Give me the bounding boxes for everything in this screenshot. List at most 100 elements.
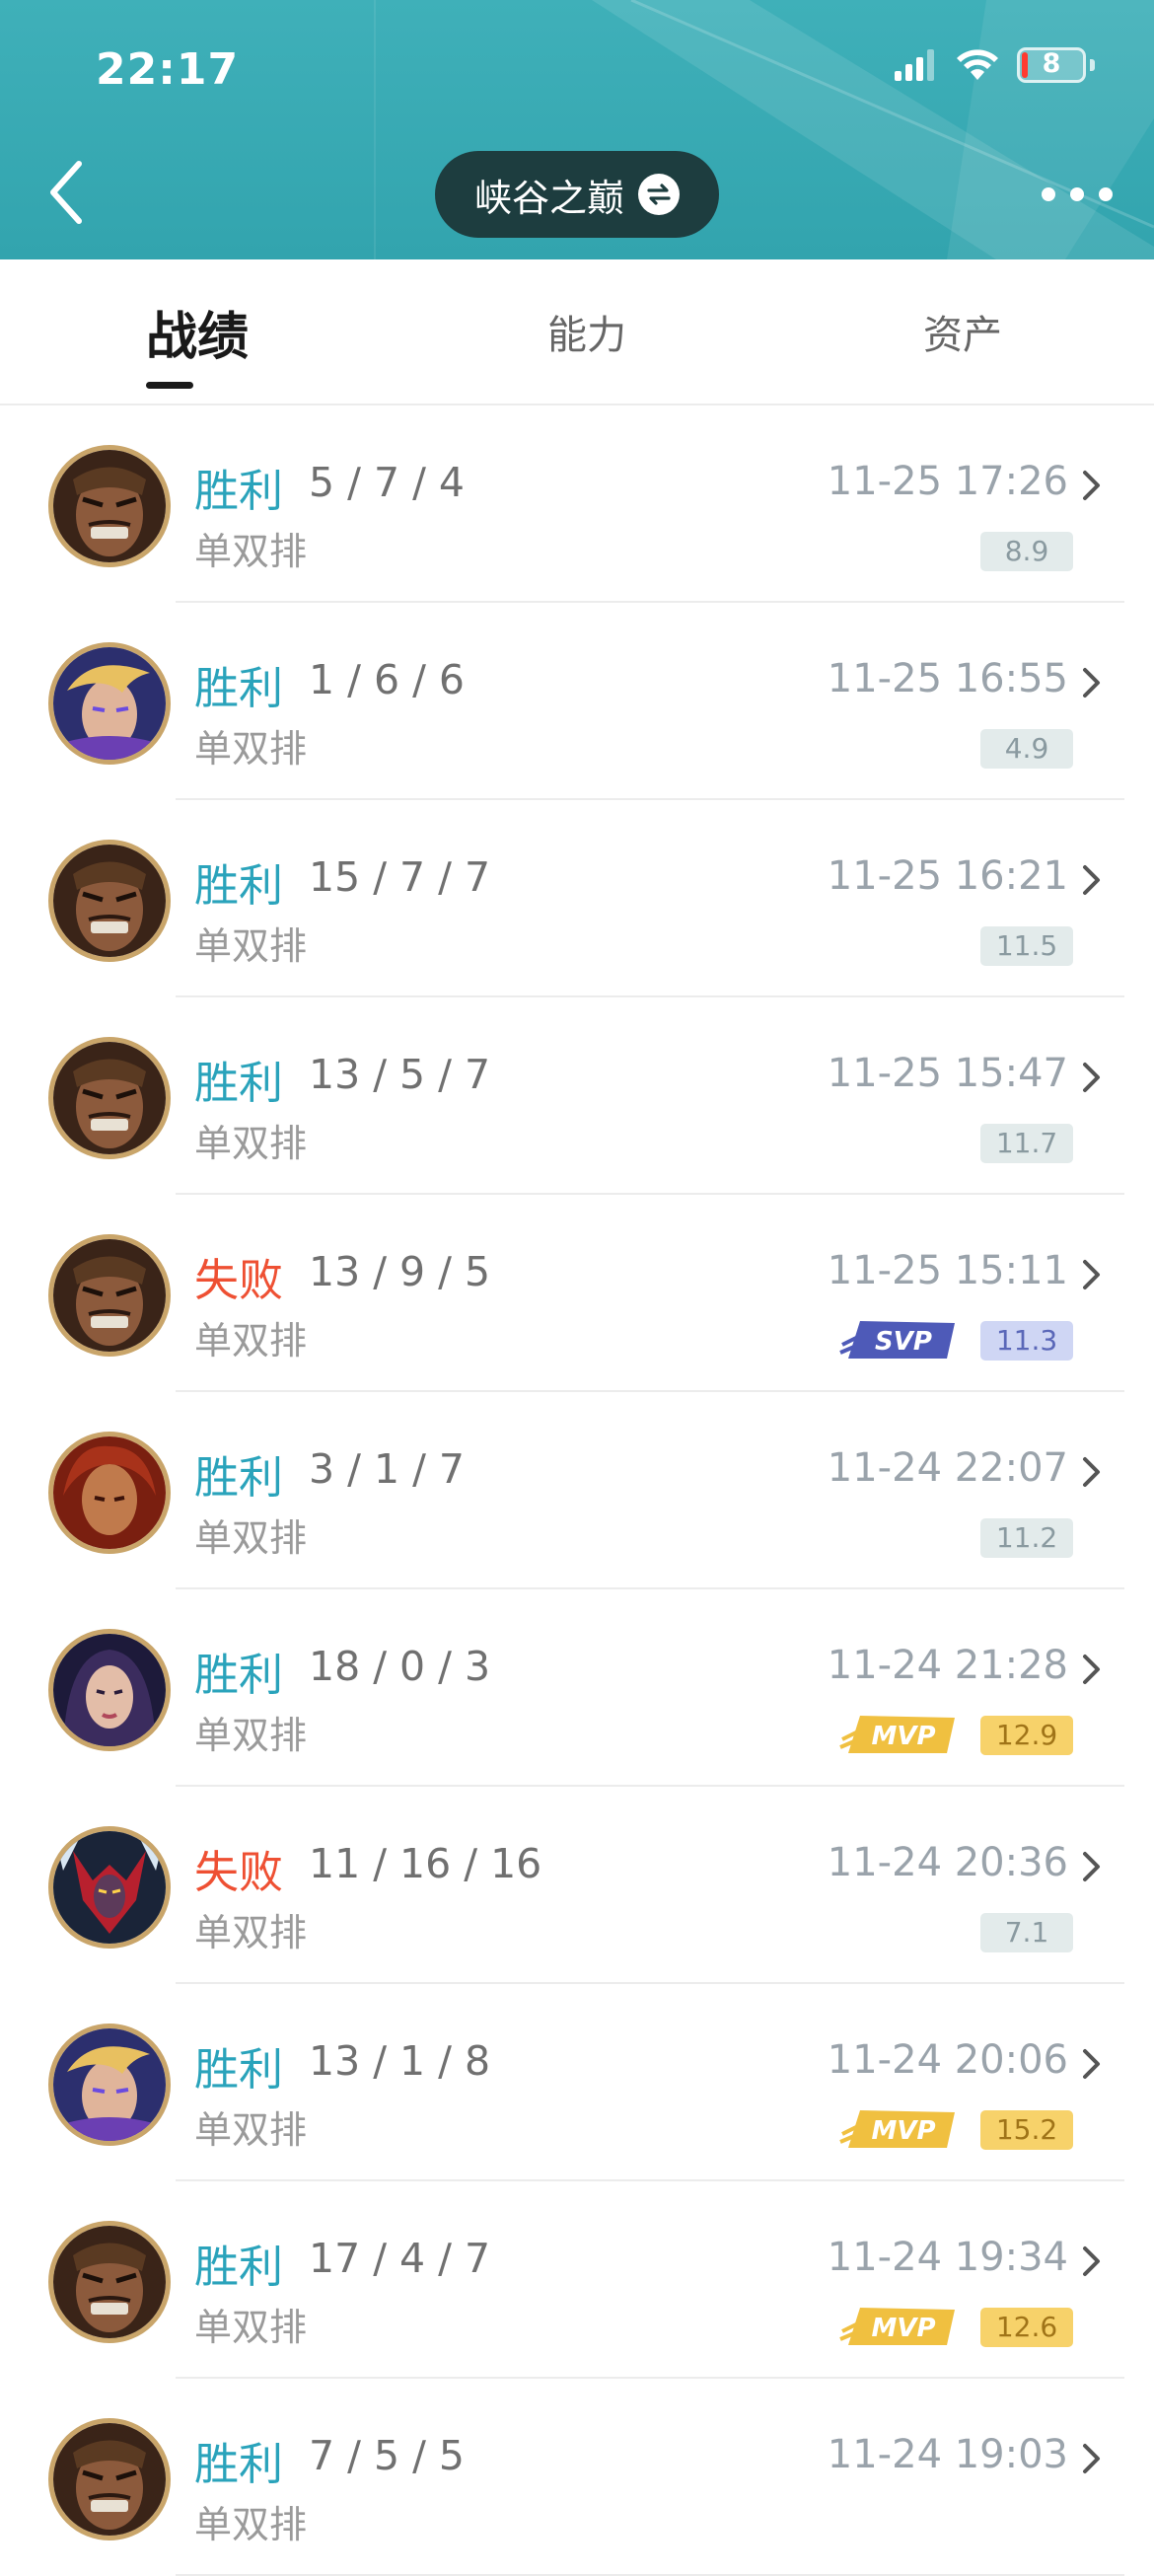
match-list: 胜利 5 / 7 / 4 单双排 11-25 17:26 8.9 胜利 1 / … [0,405,1154,2576]
warrior-portrait-icon [48,840,171,962]
match-time: 11-25 16:21 [827,853,1068,899]
top-header: 22:17 8 峡谷之巅 [0,0,1154,259]
match-kda: 5 / 7 / 4 [309,459,466,506]
match-mode: 单双排 [194,1122,308,1165]
region-switch-button[interactable]: 峡谷之巅 [435,151,719,238]
demon-knight-portrait-icon [48,1826,171,1949]
match-score: 15.2 [980,2110,1073,2150]
match-row[interactable]: 胜利 15 / 7 / 7 单双排 11-25 16:21 11.5 [0,800,1154,997]
blonde-mage-portrait-icon [48,2024,171,2146]
match-kda: 3 / 1 / 7 [309,1445,466,1493]
match-score: 11.3 [980,1321,1073,1361]
match-score: 8.9 [980,532,1073,571]
svg-text:SVP: SVP [875,1327,932,1357]
svg-text:MVP: MVP [871,1722,935,1751]
match-row[interactable]: 失败 11 / 16 / 16 单双排 11-24 20:36 7.1 [0,1787,1154,1984]
match-kda: 13 / 1 / 8 [309,2037,491,2085]
match-mode: 单双排 [194,530,308,573]
chevron-right-icon [1083,2049,1100,2079]
tab-ability[interactable]: 能力 [547,303,626,360]
match-mode: 单双排 [194,2108,308,2152]
match-mode: 单双排 [194,924,308,968]
match-row[interactable]: 胜利 1 / 6 / 6 单双排 11-25 16:55 4.9 [0,603,1154,800]
mvp-badge-icon: MVP [839,2308,955,2345]
match-time: 11-25 17:26 [827,459,1068,504]
match-result: 失败 [194,1254,284,1306]
match-row[interactable]: 失败 13 / 9 / 5 单双排 11-25 15:11 SVP 11.3 [0,1195,1154,1392]
match-result: 胜利 [194,2241,284,2293]
tab-record[interactable]: 战绩 [146,295,249,369]
fire-heroine-portrait-icon [48,1432,171,1554]
status-icons: 8 [895,47,1095,83]
match-result: 胜利 [194,2438,284,2490]
match-score: 11.7 [980,1124,1073,1163]
match-score: 12.6 [980,2308,1073,2347]
match-mode: 单双排 [194,727,308,771]
match-time: 11-25 16:55 [827,656,1068,701]
svp-badge-icon: SVP [839,1321,955,1359]
match-row[interactable]: 胜利 17 / 4 / 7 单双排 11-24 19:34 MVP 12.6 [0,2181,1154,2379]
match-score: 11.2 [980,1518,1073,1558]
match-time: 11-24 22:07 [827,1445,1068,1491]
match-result: 胜利 [194,1451,284,1504]
match-time: 11-24 19:34 [827,2235,1068,2280]
swap-icon [638,174,680,215]
battery-icon: 8 [1017,47,1086,83]
match-kda: 13 / 9 / 5 [309,1248,491,1295]
back-arrow-icon[interactable] [43,158,93,227]
chevron-right-icon [1083,2444,1100,2473]
chevron-right-icon [1083,1063,1100,1092]
match-mode: 单双排 [194,1319,308,1362]
match-result: 失败 [194,1846,284,1898]
more-options-icon[interactable] [1042,183,1115,206]
battery-level: 8 [1042,48,1061,79]
tab-bar: 战绩 能力 资产 [0,259,1154,405]
match-result: 胜利 [194,2043,284,2096]
match-kda: 17 / 4 / 7 [309,2235,491,2282]
warrior-portrait-icon [48,445,171,567]
match-kda: 1 / 6 / 6 [309,656,466,703]
chevron-right-icon [1083,1260,1100,1289]
chevron-right-icon [1083,1655,1100,1684]
chevron-right-icon [1083,1457,1100,1487]
match-time: 11-24 20:06 [827,2037,1068,2083]
match-result: 胜利 [194,1649,284,1701]
match-mode: 单双排 [194,2503,308,2546]
mvp-badge-icon: MVP [839,1716,955,1753]
chevron-right-icon [1083,668,1100,698]
blonde-mage-portrait-icon [48,642,171,765]
mvp-badge-icon: MVP [839,2110,955,2148]
match-row[interactable]: 胜利 7 / 5 / 5 单双排 11-24 19:03 [0,2379,1154,2576]
match-time: 11-24 21:28 [827,1643,1068,1688]
match-result: 胜利 [194,465,284,517]
warrior-portrait-icon [48,1037,171,1159]
match-result: 胜利 [194,662,284,714]
signal-icon [895,49,934,81]
match-row[interactable]: 胜利 3 / 1 / 7 单双排 11-24 22:07 11.2 [0,1392,1154,1589]
wifi-icon [957,49,998,80]
match-kda: 11 / 16 / 16 [309,1840,542,1887]
warrior-portrait-icon [48,1234,171,1357]
tab-assets[interactable]: 资产 [923,303,1002,360]
warrior-portrait-icon [48,2221,171,2343]
warrior-portrait-icon [48,2418,171,2540]
match-row[interactable]: 胜利 13 / 5 / 7 单双排 11-25 15:47 11.7 [0,997,1154,1195]
match-score: 12.9 [980,1716,1073,1755]
svg-text:MVP: MVP [871,2314,935,2343]
match-mode: 单双排 [194,2306,308,2349]
svg-text:MVP: MVP [871,2116,935,2146]
match-result: 胜利 [194,1057,284,1109]
match-row[interactable]: 胜利 5 / 7 / 4 单双排 11-25 17:26 8.9 [0,405,1154,603]
match-score: 4.9 [980,729,1073,769]
chevron-right-icon [1083,1852,1100,1881]
match-score: 7.1 [980,1913,1073,1952]
match-time: 11-25 15:11 [827,1248,1068,1293]
match-kda: 18 / 0 / 3 [309,1643,491,1690]
page-title: 峡谷之巅 [473,176,624,220]
match-row[interactable]: 胜利 18 / 0 / 3 单双排 11-24 21:28 MVP 12.9 [0,1589,1154,1787]
chevron-right-icon [1083,471,1100,500]
match-row[interactable]: 胜利 13 / 1 / 8 单双排 11-24 20:06 MVP 15.2 [0,1984,1154,2181]
match-time: 11-24 20:36 [827,1840,1068,1885]
match-mode: 单双排 [194,1516,308,1560]
match-kda: 13 / 5 / 7 [309,1051,491,1098]
